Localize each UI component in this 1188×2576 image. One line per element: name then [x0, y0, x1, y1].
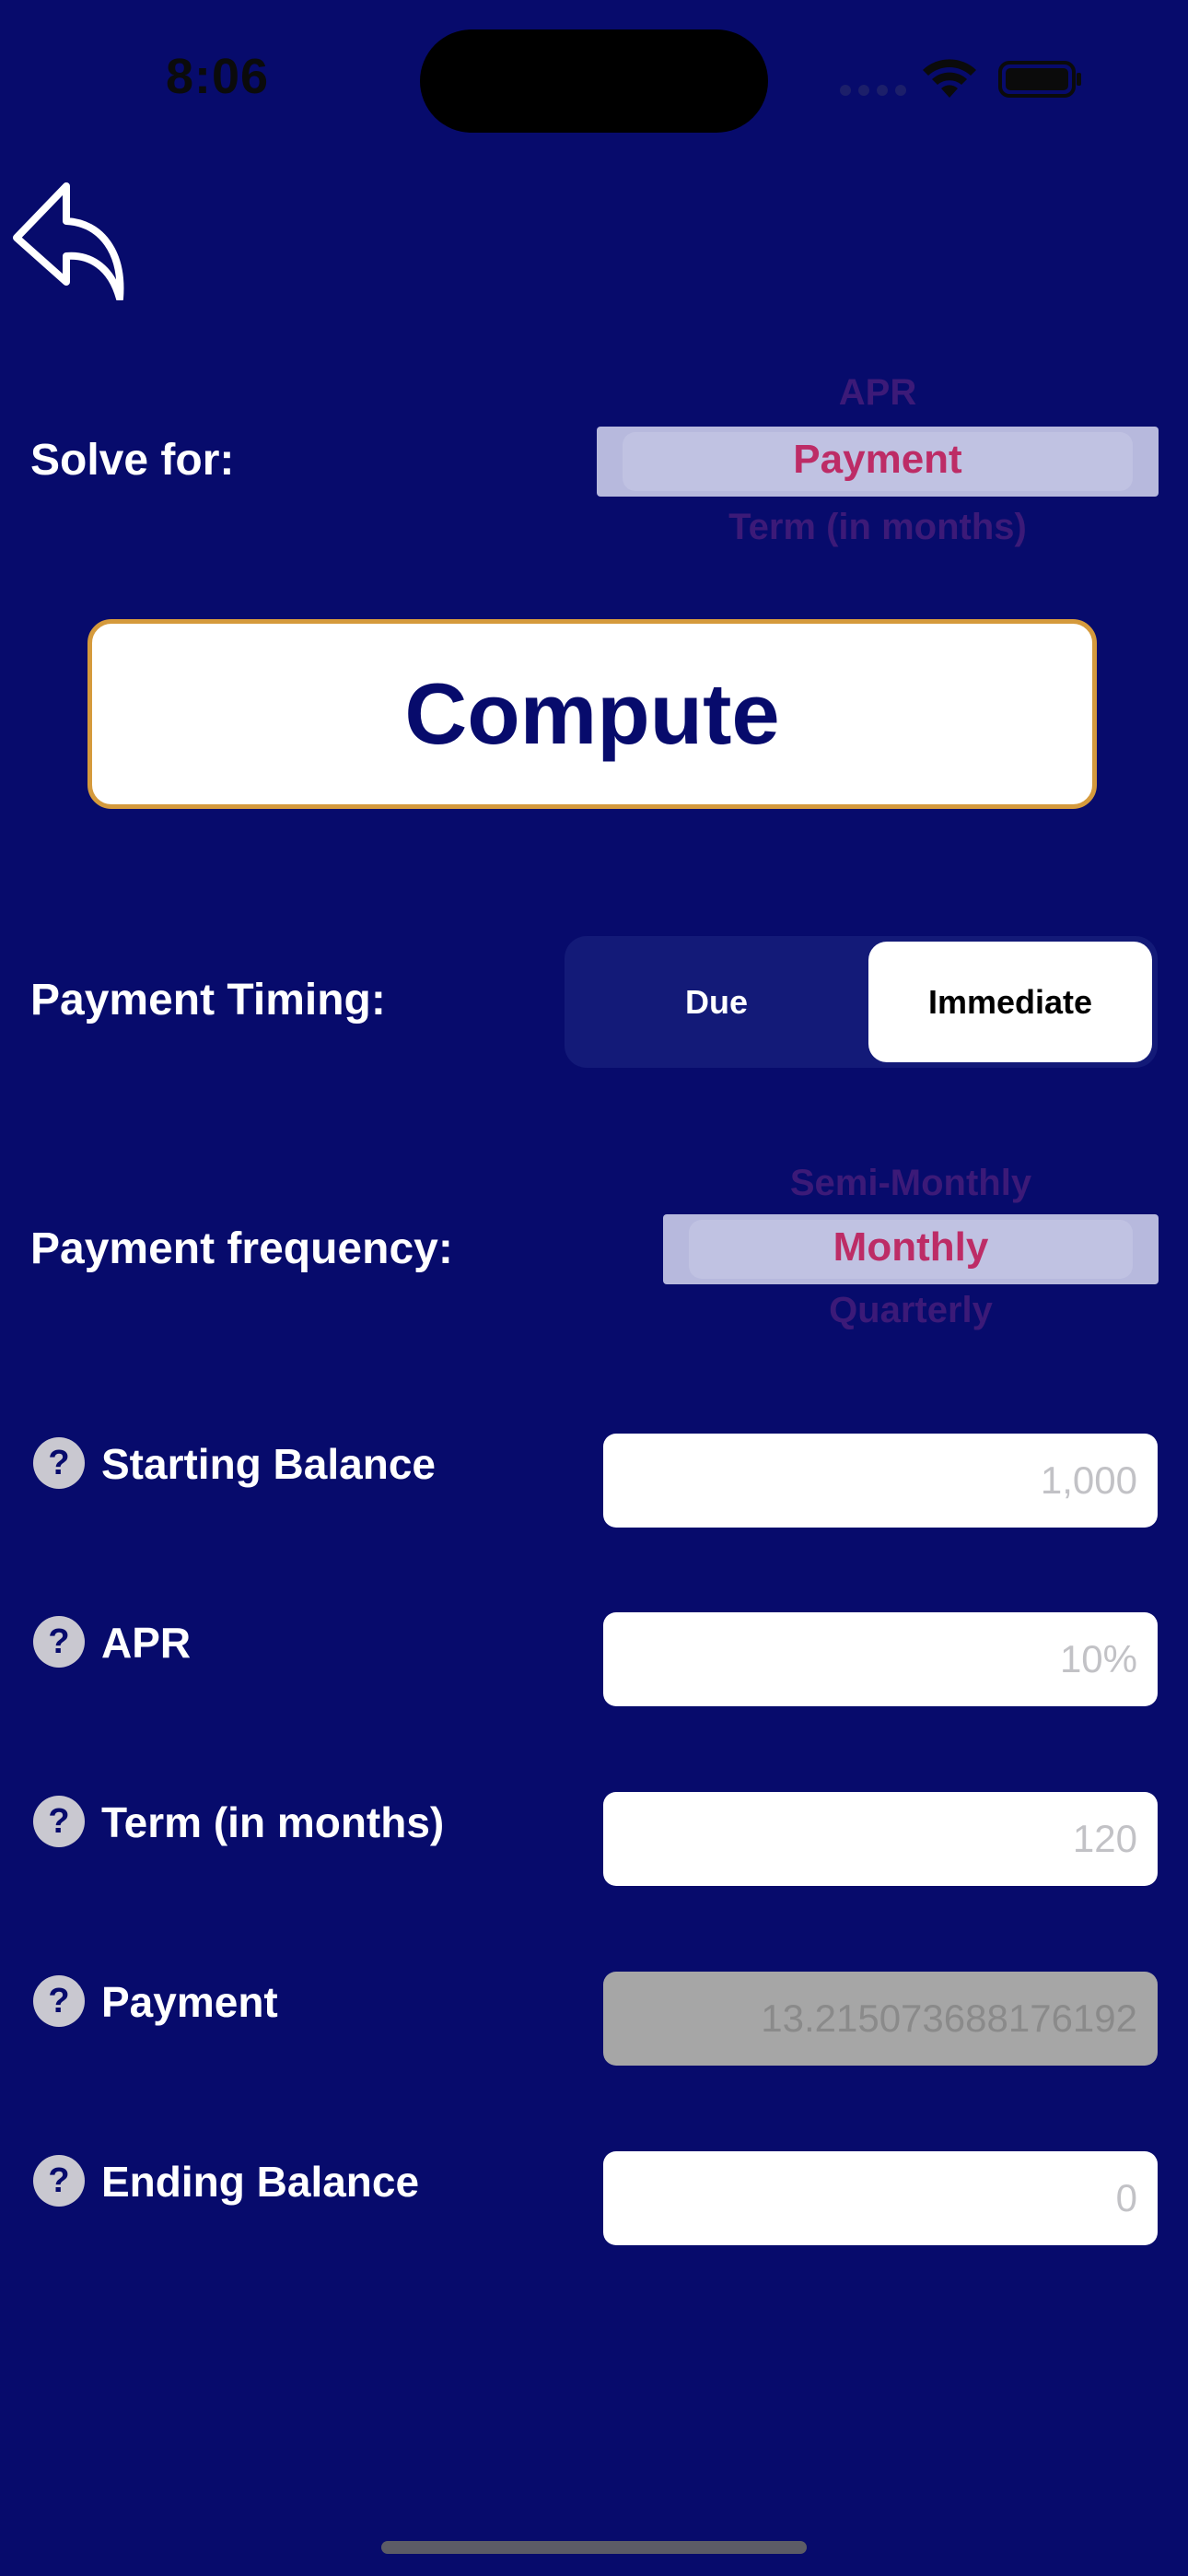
help-question-icon[interactable]: ? [33, 1437, 85, 1489]
help-question-icon[interactable]: ? [33, 1616, 85, 1668]
frequency-option-above[interactable]: Semi-Monthly [663, 1163, 1159, 1204]
solve-for-option-below[interactable]: Term (in months) [597, 507, 1159, 548]
status-time: 8:06 [166, 49, 270, 104]
help-question-icon[interactable]: ? [33, 2155, 85, 2207]
segment-immediate[interactable]: Immediate [868, 942, 1152, 1062]
wifi-icon [923, 59, 976, 98]
cellular-signal-icon [840, 85, 925, 96]
term-field[interactable]: 120 [603, 1792, 1158, 1886]
payment-timing-label: Payment Timing: [30, 976, 386, 1025]
solve-for-selected[interactable]: Payment [597, 437, 1159, 483]
apr-field[interactable]: 10% [603, 1612, 1158, 1706]
payment-label: Payment [101, 1978, 278, 2026]
back-arrow-icon[interactable] [9, 181, 129, 300]
payment-frequency-label: Payment frequency: [30, 1224, 453, 1273]
payment-timing-segmented-control[interactable]: Due Immediate [565, 936, 1158, 1068]
starting-balance-label: Starting Balance [101, 1440, 436, 1488]
term-label: Term (in months) [101, 1798, 445, 1846]
frequency-option-below[interactable]: Quarterly [663, 1290, 1159, 1331]
compute-button[interactable]: Compute [87, 619, 1097, 809]
dynamic-island [420, 29, 768, 133]
home-indicator [381, 2541, 807, 2554]
ending-balance-label: Ending Balance [101, 2158, 420, 2206]
apr-label: APR [101, 1619, 192, 1667]
ending-balance-field[interactable]: 0 [603, 2151, 1158, 2245]
payment-field: 13.215073688176192 [603, 1972, 1158, 2066]
solve-for-option-above[interactable]: APR [597, 372, 1159, 414]
battery-icon [998, 61, 1081, 98]
starting-balance-field[interactable]: 1,000 [603, 1434, 1158, 1528]
segment-due[interactable]: Due [565, 936, 868, 1068]
help-question-icon[interactable]: ? [33, 1975, 85, 2027]
help-question-icon[interactable]: ? [33, 1796, 85, 1847]
frequency-selected[interactable]: Monthly [663, 1224, 1159, 1270]
solve-for-label: Solve for: [30, 436, 235, 485]
